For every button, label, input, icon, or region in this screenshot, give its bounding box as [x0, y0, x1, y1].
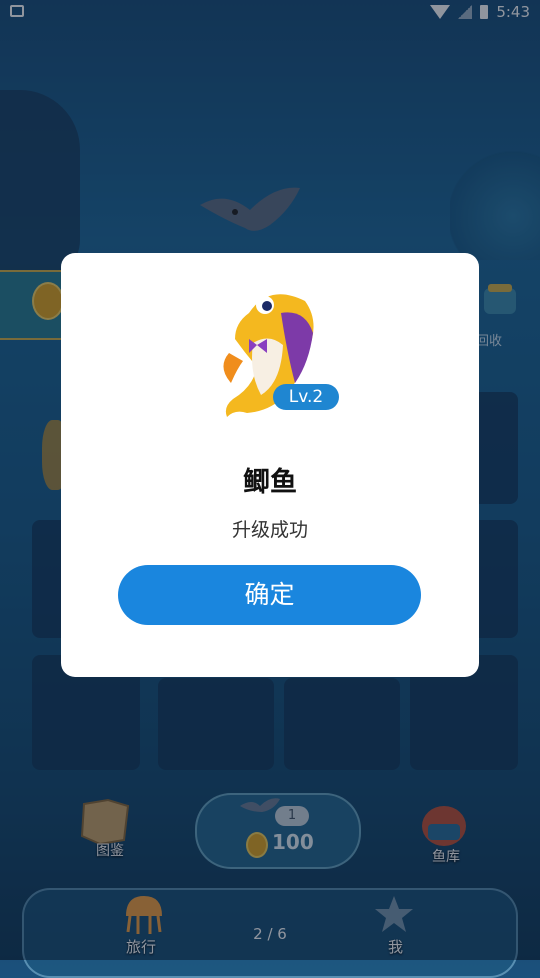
level-badge: Lv.2: [273, 384, 339, 410]
upgrade-success-message: 升级成功: [231, 519, 308, 541]
confirm-button[interactable]: 确定: [118, 565, 421, 625]
fish-name: 鲫鱼: [243, 467, 297, 498]
level-up-dialog: Lv.2 鲫鱼 升级成功 确定: [61, 253, 479, 677]
